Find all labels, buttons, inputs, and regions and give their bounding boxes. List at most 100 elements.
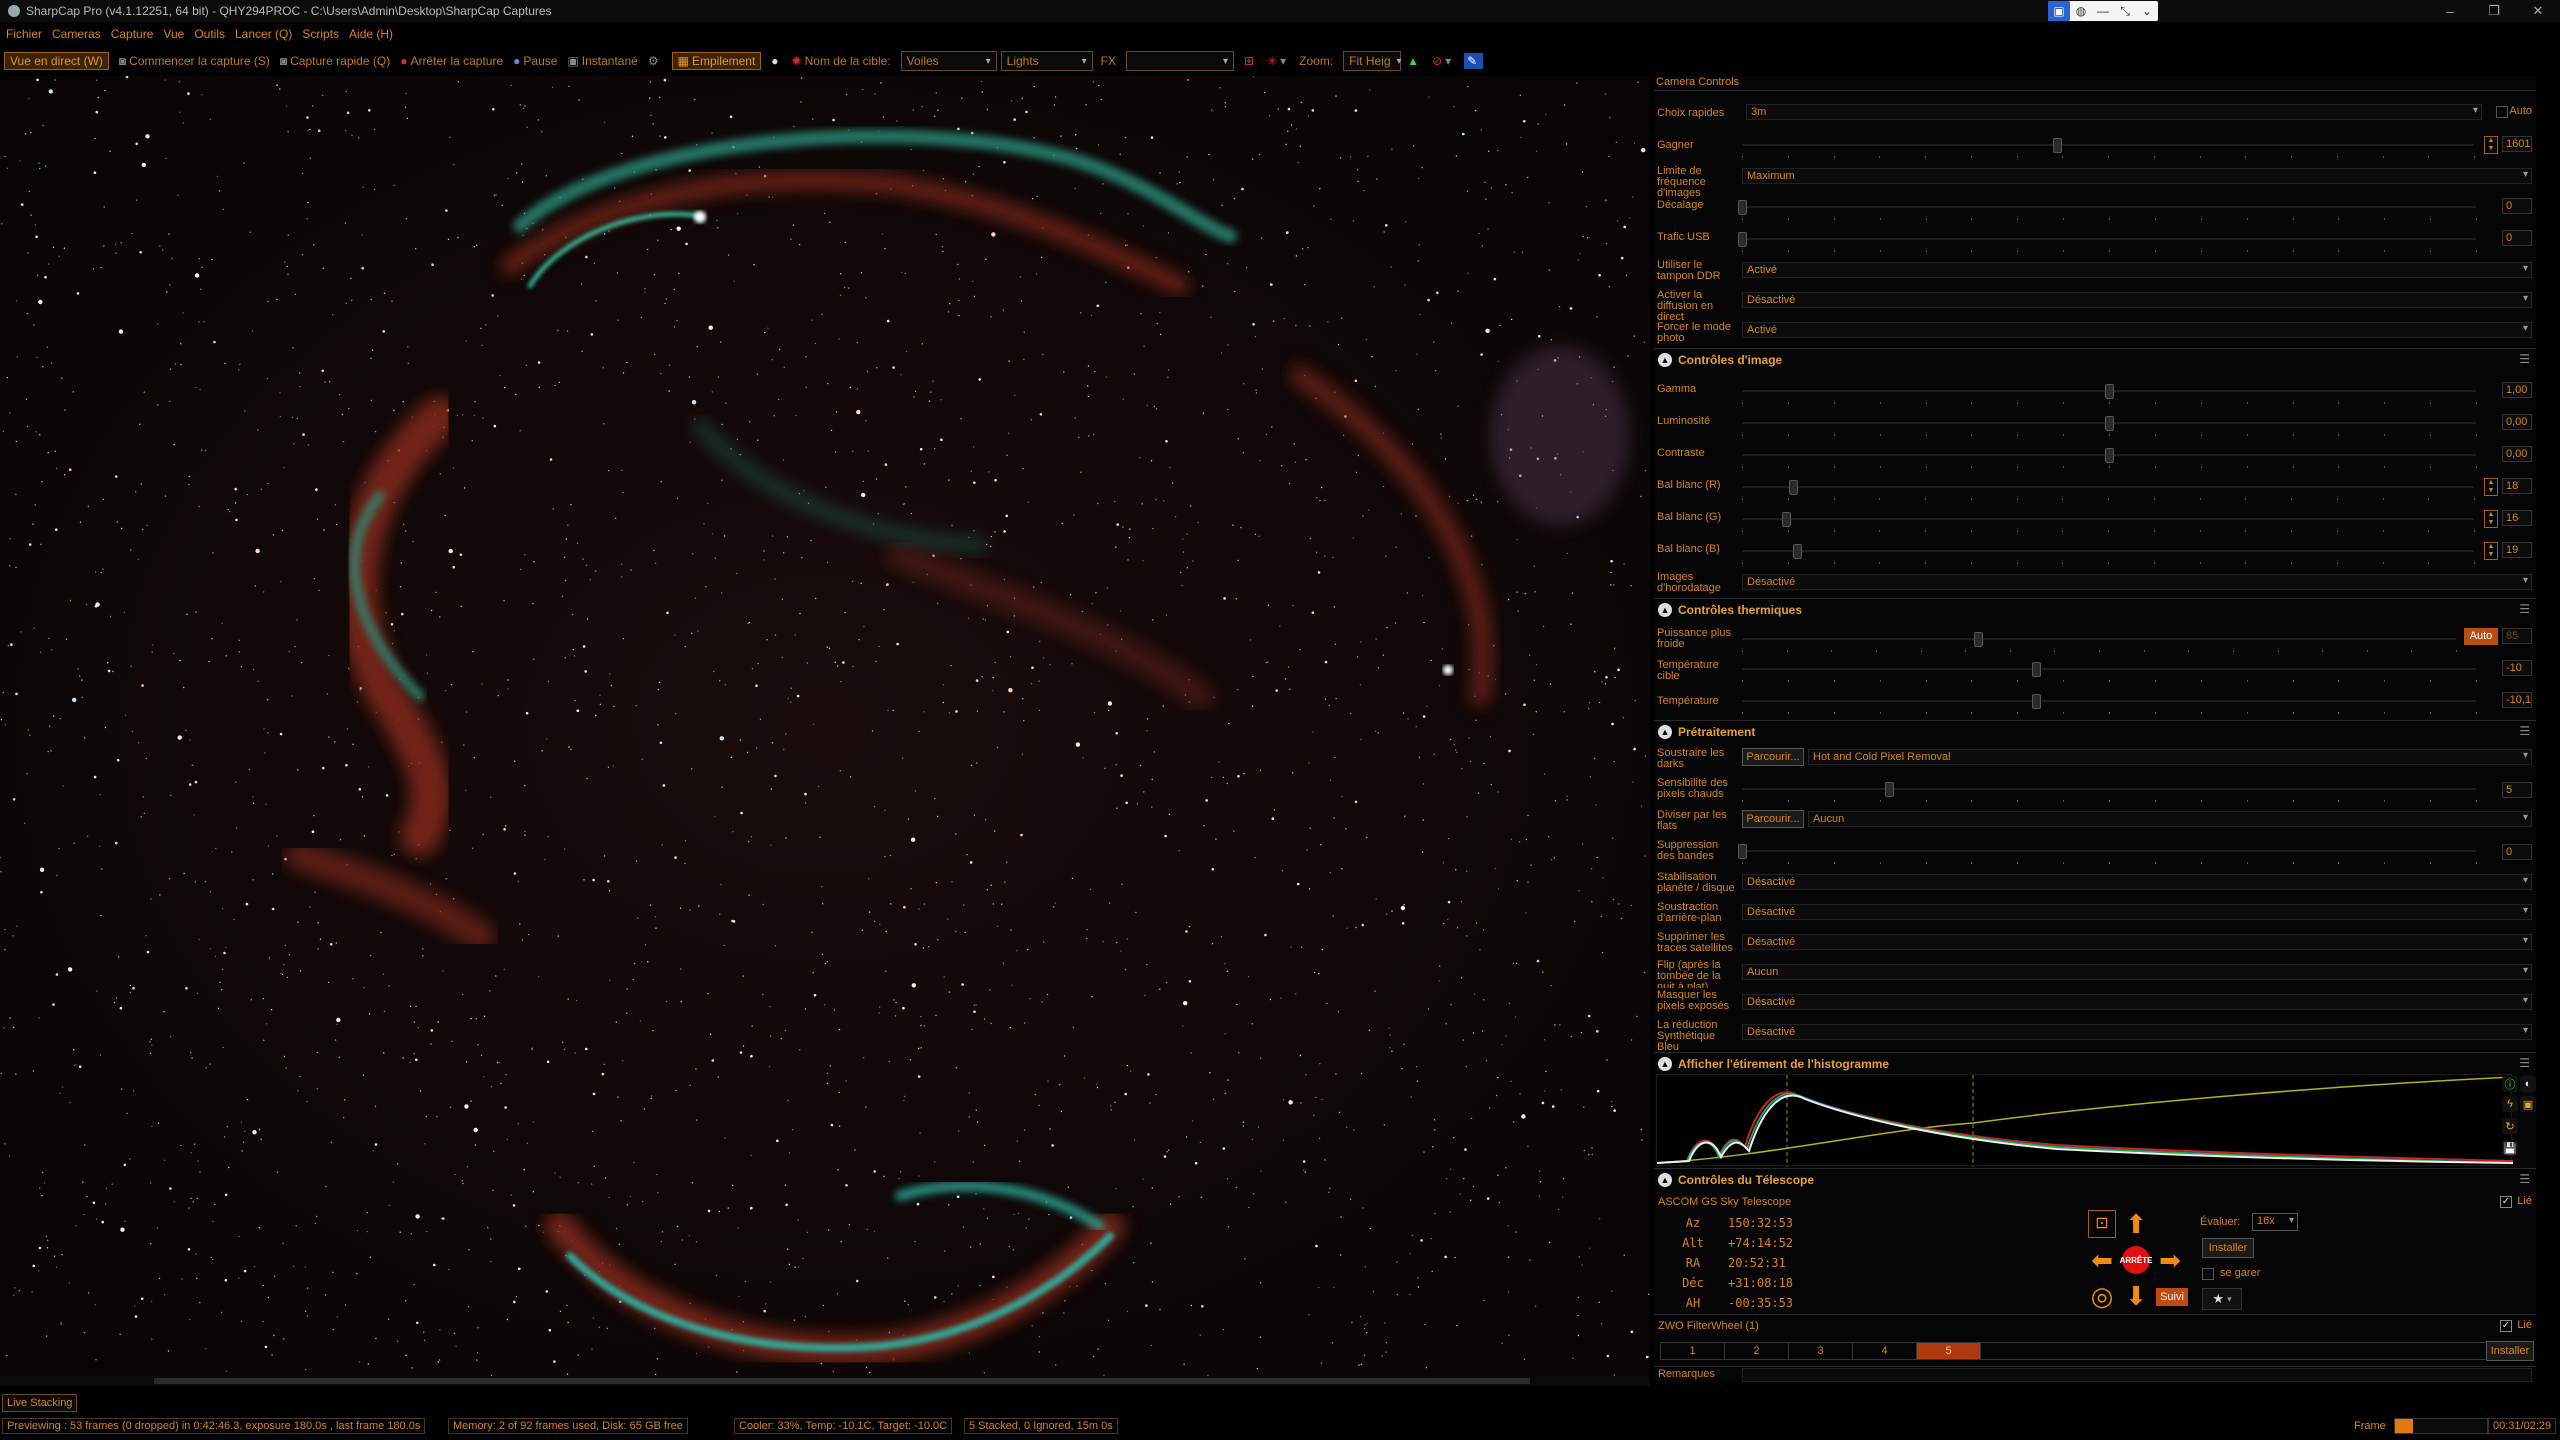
hot-pixel-slider[interactable] (1742, 782, 2477, 802)
fx-combo[interactable] (1126, 51, 1234, 71)
crosshair-button[interactable]: ✳ ▾ (1267, 54, 1289, 68)
framerate-select[interactable]: Maximum (1742, 168, 2532, 184)
flip-select[interactable]: Aucun (1742, 964, 2532, 980)
menu-scripts[interactable]: Scripts (302, 27, 339, 41)
usb-slider[interactable] (1738, 232, 2477, 252)
gain-slider[interactable] (1742, 138, 2475, 158)
gamma-value[interactable]: 1,00 (2502, 382, 2532, 398)
reticle-button[interactable]: ⊞ (1244, 54, 1257, 68)
target-temp-value[interactable]: -10 (2502, 660, 2532, 676)
image-horizontal-scrollbar[interactable] (0, 1376, 1650, 1386)
mask-pixels-select[interactable]: Désactivé (1742, 994, 2532, 1010)
filter-slot-5[interactable]: 5 (1917, 1343, 1981, 1359)
auto-stretch-icon[interactable]: ⓘ (2502, 1076, 2518, 1092)
wb-blue-slider[interactable] (1742, 544, 2475, 564)
menu-icon[interactable]: ☰ (2519, 1172, 2530, 1186)
target-temp-slider-thumb[interactable] (2031, 662, 2041, 677)
contrast-slider[interactable] (1742, 448, 2477, 468)
wb-blue-value[interactable]: 19 (2502, 542, 2532, 558)
minimize-button[interactable]: – (2428, 0, 2472, 22)
start-capture-button[interactable]: ◙ Commencer la capture (S) (119, 54, 270, 68)
lightning-icon[interactable]: ϟ (2502, 1096, 2518, 1112)
darks-select[interactable]: Hot and Cold Pixel Removal (1808, 749, 2532, 765)
scrollbar-thumb[interactable] (154, 1378, 1530, 1384)
maximize-button[interactable]: ❐ (2472, 0, 2516, 22)
brightness-slider[interactable] (1742, 416, 2477, 436)
frame-type-combo[interactable]: Lights (1000, 51, 1093, 71)
target-name-combo[interactable]: Voiles (900, 51, 997, 71)
filter-linked-checkbox[interactable]: ✓ (2500, 1320, 2512, 1332)
mount-install-button[interactable]: Installer (2202, 1238, 2254, 1258)
wb-blue-spinner[interactable]: ▲ ▼ (2484, 542, 2498, 560)
filter-slot-4[interactable]: 4 (1853, 1343, 1917, 1359)
arrow-left-button[interactable]: ⬅ (2088, 1245, 2116, 1275)
remarks-input[interactable] (1742, 1368, 2532, 1382)
globe-icon[interactable]: ◍ (2070, 1, 2092, 21)
image-controls-header[interactable]: ▲ Contrôles d'image ☰ (1654, 352, 2536, 368)
gain-value[interactable]: 1601 (2502, 136, 2532, 152)
reset-icon[interactable]: ↻ (2502, 1118, 2518, 1134)
wb-blue-slider-thumb[interactable] (1792, 544, 1802, 559)
zoom-combo[interactable]: Fit Heig (1343, 51, 1402, 71)
goto-target-icon[interactable]: ⊡ (2088, 1210, 2116, 1238)
menu-view[interactable]: Vue (163, 27, 184, 41)
flats-select[interactable]: Aucun (1808, 811, 2532, 827)
stacking-button[interactable]: ▦ Empilement (671, 52, 762, 70)
menu-cameras[interactable]: Cameras (52, 27, 101, 41)
timestamp-select[interactable]: Désactivé (1742, 574, 2532, 590)
stop-mount-button[interactable]: ARRÊTE (2120, 1246, 2152, 1274)
arrow-down-button[interactable]: ⬇ (2122, 1281, 2150, 1311)
offset-slider[interactable] (1738, 200, 2477, 220)
photo-mode-select[interactable]: Activé (1742, 322, 2532, 338)
rate-select[interactable]: 16x ▾ (2252, 1213, 2298, 1231)
filter-slot-1[interactable]: 1 (1661, 1343, 1725, 1359)
menu-capture[interactable]: Capture (111, 27, 154, 41)
palette-icon[interactable]: ▣ (2520, 1096, 2536, 1112)
cooler-power-value[interactable]: 85 (2502, 628, 2532, 644)
minimize-tray-icon[interactable]: — (2092, 1, 2114, 21)
polar-align-button[interactable]: ★ ▾ (2202, 1288, 2242, 1310)
synthetic-blue-select[interactable]: Désactivé (1742, 1024, 2532, 1040)
menu-icon[interactable]: ☰ (2519, 724, 2530, 738)
histogram-header[interactable]: ▲ Afficher l'étirement de l'histogramme ☰ (1654, 1056, 2536, 1072)
live-stacking-tab[interactable]: Live Stacking (2, 1394, 78, 1412)
banding-slider[interactable] (1738, 844, 2477, 864)
menu-help[interactable]: Aide (H) (349, 27, 393, 41)
menu-file[interactable]: Fichier (6, 27, 42, 41)
snapshot-button[interactable]: ▣ Instantané (567, 54, 637, 68)
live-view-button[interactable]: Vue en direct (W) (4, 52, 109, 70)
banding-slider-thumb[interactable] (1738, 844, 1747, 859)
preprocessing-header[interactable]: ▲ Prétraitement ☰ (1654, 724, 2536, 740)
pause-button[interactable]: ● Pause (513, 54, 557, 68)
auto-checkbox[interactable] (2496, 106, 2508, 118)
banding-value[interactable]: 0 (2502, 844, 2532, 860)
filter-slot-3[interactable]: 3 (1789, 1343, 1853, 1359)
hot-pixel-slider-thumb[interactable] (1884, 782, 1894, 797)
remote-icon[interactable]: ▣ (2048, 1, 2070, 21)
menu-icon[interactable]: ☰ (2519, 1056, 2530, 1070)
filter-install-button[interactable]: Installer (2486, 1341, 2534, 1361)
target-temp-slider[interactable] (1742, 662, 2477, 682)
flats-browse-button[interactable]: Parcourir... (1742, 810, 1804, 828)
histogram-mini-button[interactable]: ▲ (1407, 54, 1422, 68)
wb-green-value[interactable]: 16 (2502, 510, 2532, 526)
satellite-select[interactable]: Désactivé (1742, 934, 2532, 950)
background-sub-select[interactable]: Désactivé (1742, 904, 2532, 920)
wb-red-value[interactable]: 18 (2502, 478, 2532, 494)
center-target-icon[interactable]: ◎ (2088, 1281, 2116, 1311)
focus-button[interactable]: ⊘ ▾ (1432, 54, 1454, 68)
quick-capture-button[interactable]: ◙ Capture rapide (Q) (280, 54, 390, 68)
gamma-slider-thumb[interactable] (2105, 384, 2114, 399)
offset-slider-thumb[interactable] (1738, 200, 1747, 215)
gain-spinner[interactable]: ▲ ▼ (2484, 136, 2498, 154)
chevron-down-icon[interactable]: ⌄ (2136, 1, 2158, 21)
usb-value[interactable]: 0 (2502, 230, 2532, 246)
offset-value[interactable]: 0 (2502, 198, 2532, 214)
wb-red-spinner[interactable]: ▲ ▼ (2484, 478, 2498, 496)
menu-icon[interactable]: ☰ (2519, 602, 2530, 616)
annotate-button[interactable]: ✎ (1464, 53, 1484, 69)
ddr-select[interactable]: Activé (1742, 262, 2532, 278)
stabilization-select[interactable]: Désactivé (1742, 874, 2532, 890)
close-button[interactable]: ✕ (2516, 0, 2560, 22)
stop-capture-button[interactable]: ● Arrêter la capture (400, 54, 503, 68)
